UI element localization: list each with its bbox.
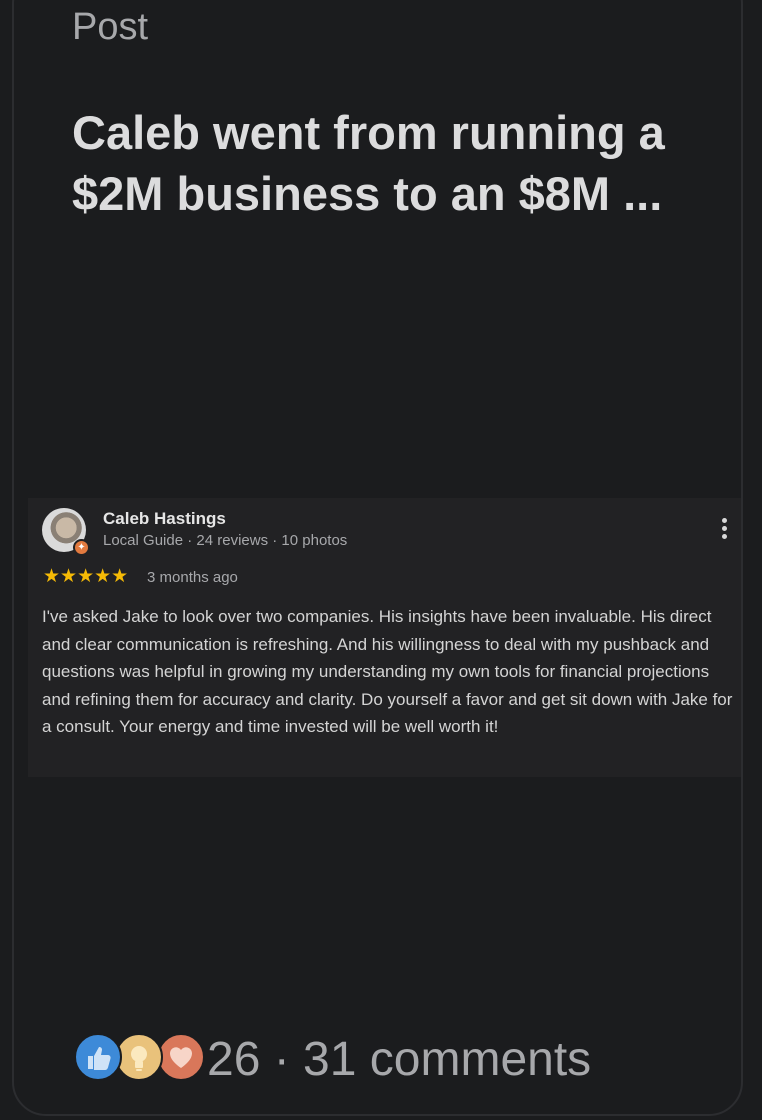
love-icon [157, 1033, 205, 1081]
reviewer-name: Caleb Hastings [103, 509, 226, 528]
more-vert-icon [715, 518, 733, 544]
reviewer-meta: Local Guide · 24 reviews · 10 photos [103, 532, 348, 549]
post-title[interactable]: Caleb went from running a $2M business t… [72, 102, 732, 224]
review-time: 3 months ago [147, 569, 238, 586]
post-card[interactable]: Post Caleb went from running a $2M busin… [12, 0, 743, 1116]
engagement-summary[interactable]: 26 · 31 comments [207, 1034, 591, 1086]
avatar: ✦ [42, 508, 90, 556]
insightful-icon [115, 1033, 163, 1081]
review-text: I've asked Jake to look over two compani… [42, 607, 733, 737]
star-rating: ★★★★★ [43, 566, 129, 587]
review-screenshot: ✦ Caleb Hastings Local Guide · 24 review… [28, 498, 741, 777]
post-label: Post [72, 6, 149, 48]
reactions[interactable] [74, 1033, 214, 1085]
like-icon [74, 1033, 122, 1081]
local-guide-badge-icon: ✦ [73, 539, 90, 556]
